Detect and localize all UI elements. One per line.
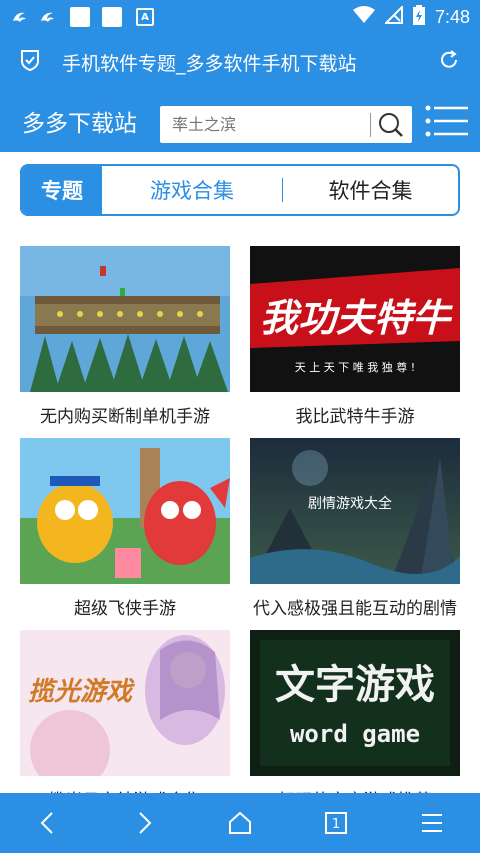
notification-square-icon: [70, 7, 90, 27]
search-input[interactable]: [160, 115, 370, 134]
topic-thumbnail: [20, 438, 230, 584]
browser-title-bar: 手机软件专题_多多软件手机下载站: [0, 34, 480, 90]
app-notification-icon: [10, 7, 30, 27]
topic-card[interactable]: 无内购买断制单机手游: [20, 246, 230, 427]
hamburger-icon: [422, 814, 442, 832]
shield-check-icon: [20, 49, 40, 75]
topic-caption: 超级飞侠手游: [74, 599, 176, 619]
topic-card[interactable]: 我功夫特牛 天 上 天 下 唯 我 独 尊 ! 我比武特牛手游: [250, 246, 460, 427]
notification-square-icon: [102, 7, 122, 27]
refresh-icon[interactable]: [438, 49, 460, 75]
tabs-count-icon: 1: [325, 812, 347, 834]
wifi-icon: [352, 6, 375, 28]
browser-bottom-bar: 1: [0, 793, 480, 853]
list-menu-icon: [425, 105, 468, 137]
tab-count: 1: [332, 817, 340, 832]
topic-caption: 无内购买断制单机手游: [40, 407, 210, 427]
topic-thumbnail: 文字游戏 word game: [250, 630, 460, 776]
site-header: 多多下载站: [0, 90, 480, 152]
home-icon: [229, 811, 251, 834]
topic-thumbnail: 揽光游戏: [20, 630, 230, 776]
status-bar: A 7:48: [0, 0, 480, 34]
topic-card[interactable]: 超级飞侠手游: [20, 438, 230, 619]
topic-card[interactable]: 文字游戏 word game 好玩的文字游戏推荐: [250, 630, 460, 811]
thumb-title: 剧情游戏大全: [308, 495, 392, 512]
tab-topics[interactable]: 专题: [22, 166, 102, 214]
tab-software-collections[interactable]: 软件合集: [283, 166, 458, 214]
search-icon: [379, 112, 403, 137]
topic-thumbnail: 剧情游戏大全: [250, 438, 460, 584]
category-tabs: 专题 游戏合集 软件合集: [20, 164, 460, 216]
topic-caption: 代入感极强且能互动的剧情: [253, 599, 457, 619]
signal-off-icon: [383, 4, 403, 28]
chevron-left-icon: [40, 812, 53, 834]
search-box: [160, 106, 412, 143]
forward-button[interactable]: [120, 799, 168, 847]
clock: 7:48: [434, 6, 470, 27]
thumb-title: 揽光游戏: [28, 677, 135, 707]
thumb-subtitle: 天 上 天 下 唯 我 独 尊 !: [295, 360, 415, 374]
topic-thumbnail: 我功夫特牛 天 上 天 下 唯 我 独 尊 !: [250, 246, 460, 392]
topic-card[interactable]: 剧情游戏大全 代入感极强且能互动的剧情: [250, 438, 460, 619]
page-title: 手机软件专题_多多软件手机下载站: [62, 52, 357, 75]
topic-caption: 我比武特牛手游: [295, 407, 415, 427]
app-notification-icon: [38, 7, 58, 27]
topic-card[interactable]: 揽光游戏 揽光日宫结游戏合集: [20, 630, 230, 811]
battery-charging-icon: [412, 5, 425, 29]
search-button[interactable]: [371, 106, 411, 143]
menu-more-button[interactable]: [408, 799, 456, 847]
tab-game-collections[interactable]: 游戏合集: [102, 166, 282, 214]
home-button[interactable]: [216, 799, 264, 847]
topic-thumbnail: [20, 246, 230, 392]
thumb-subtitle: word game: [290, 720, 420, 748]
thumb-title: 我功夫特牛: [260, 295, 453, 340]
site-logo[interactable]: 多多下载站: [22, 104, 137, 138]
menu-button[interactable]: [424, 104, 470, 138]
notification-a-icon: A: [136, 8, 154, 26]
tabs-button[interactable]: 1: [312, 799, 360, 847]
thumb-title: 文字游戏: [275, 662, 435, 708]
back-button[interactable]: [24, 799, 72, 847]
chevron-right-icon: [139, 812, 152, 834]
